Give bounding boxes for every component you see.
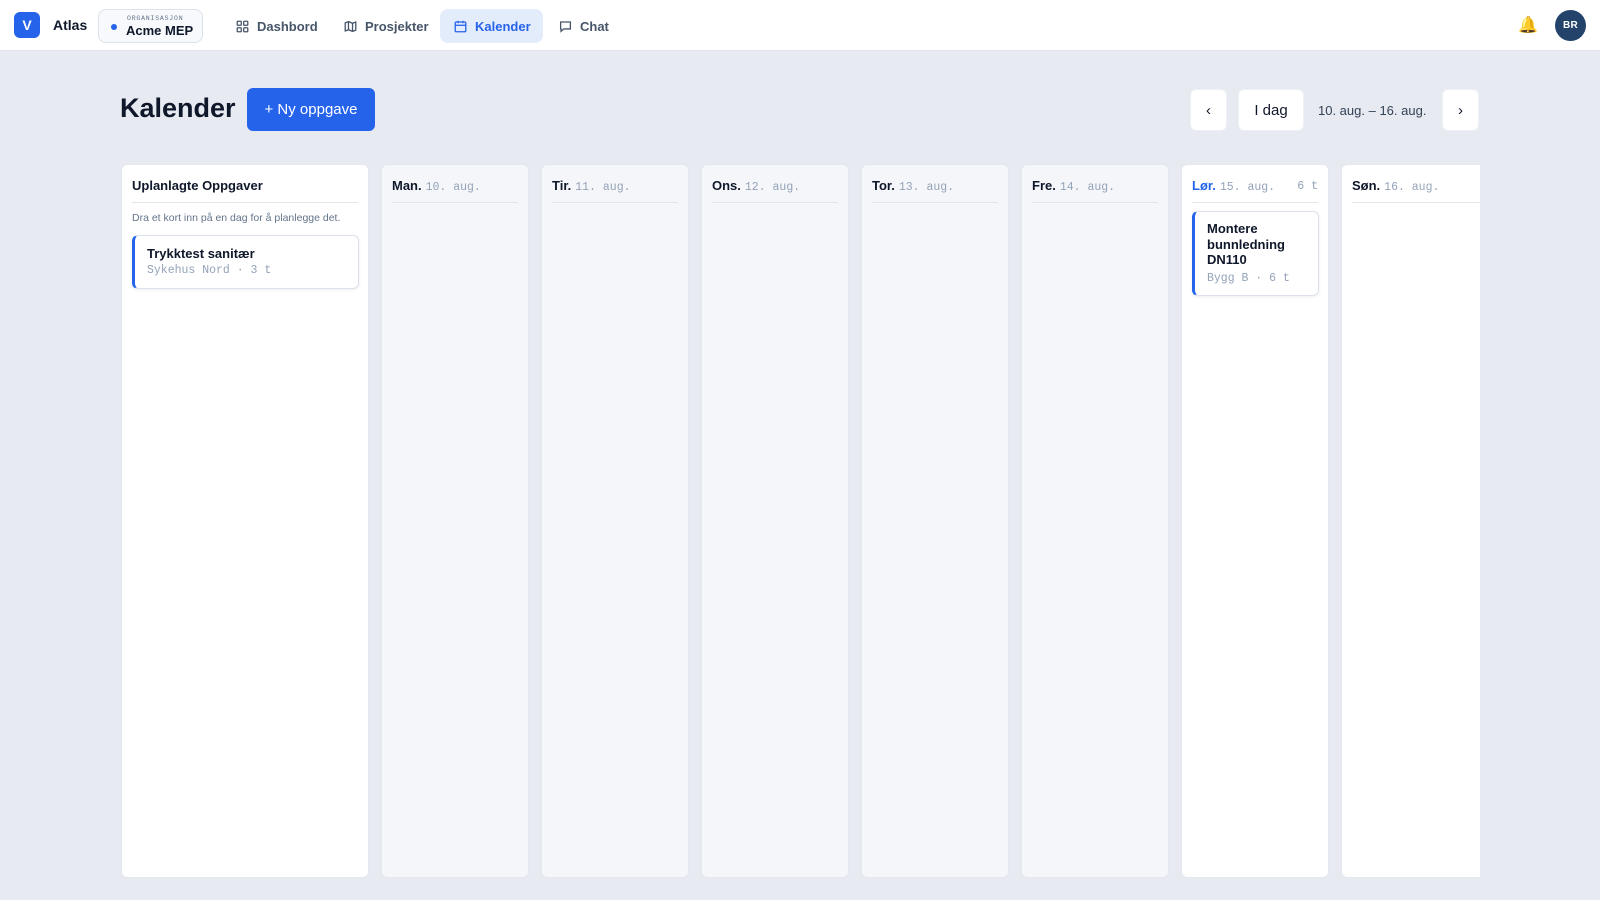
day-column-wednesday[interactable]: Ons. 12. aug. [701, 164, 849, 878]
day-name: Ons. [712, 178, 741, 193]
organization-switcher[interactable]: ORGANISASJON Acme MEP [98, 9, 203, 43]
app-logo[interactable]: V [14, 12, 40, 38]
unplanned-hint: Dra et kort inn på en dag for å planlegg… [132, 212, 341, 224]
day-name: Tor. [872, 178, 895, 193]
app-name: Atlas [53, 17, 88, 33]
calendar-icon [454, 20, 467, 32]
day-name: Man. [392, 178, 422, 193]
next-week-button[interactable]: › [1442, 89, 1479, 131]
task-card-title: Trykktest sanitær [147, 246, 255, 261]
day-name: Lør. [1192, 178, 1216, 193]
column-header: Uplanlagte Oppgaver [132, 165, 358, 203]
day-date: 15. aug. [1219, 181, 1276, 194]
day-date: 14. aug. [1059, 181, 1116, 194]
unplanned-tasks-column: Uplanlagte Oppgaver Dra et kort inn på e… [121, 164, 369, 878]
day-column-sunday[interactable]: Søn. 16. aug. [1341, 164, 1480, 878]
task-card[interactable]: Trykktest sanitær Sykehus Nord · 3 t [132, 235, 359, 289]
day-date: 16. aug. [1384, 181, 1440, 194]
day-column-thursday[interactable]: Tor. 13. aug. [861, 164, 1009, 878]
day-hours-total: 6 t [1297, 180, 1318, 193]
day-date: 10. aug. [425, 181, 481, 194]
column-header: Tor. 13. aug. [872, 165, 998, 203]
day-date: 12. aug. [744, 181, 801, 194]
page-title: Kalender [120, 93, 236, 123]
column-header: Fre. 14. aug. [1032, 165, 1158, 203]
column-header: Ons. 12. aug. [712, 165, 838, 203]
org-caption: ORGANISASJON [127, 15, 184, 22]
previous-week-button[interactable]: ‹ [1190, 89, 1227, 131]
dashboard-icon [236, 20, 249, 32]
task-card-title: Montere bunnledning DN110 [1207, 221, 1285, 267]
nav-projects[interactable]: Prosjekter [330, 9, 441, 43]
day-column-friday[interactable]: Fre. 14. aug. [1021, 164, 1169, 878]
day-date: 11. aug. [575, 181, 631, 194]
nav-chat-label: Chat [580, 18, 609, 34]
day-name: Tir. [552, 178, 572, 193]
org-status-dot [111, 24, 117, 30]
column-header: Tir. 11. aug. [552, 165, 678, 203]
day-column-monday[interactable]: Man. 10. aug. [381, 164, 529, 878]
day-name: Fre. [1032, 178, 1056, 193]
new-task-button[interactable]: + Ny oppgave [247, 88, 375, 131]
day-date: 13. aug. [898, 181, 955, 194]
date-range-label: 10. aug. – 16. aug. [1318, 103, 1427, 118]
task-card[interactable]: Montere bunnledning DN110 Bygg B · 6 t [1192, 211, 1319, 296]
map-icon [344, 20, 357, 32]
task-card-meta: Bygg B · 6 t [1207, 272, 1290, 285]
notification-bell-icon[interactable]: 🔔 [1518, 15, 1538, 35]
chat-icon [559, 20, 572, 33]
day-name: Søn. [1352, 178, 1381, 193]
day-column-tuesday[interactable]: Tir. 11. aug. [541, 164, 689, 878]
unplanned-title: Uplanlagte Oppgaver [132, 178, 263, 193]
nav-calendar-label: Kalender [475, 18, 531, 34]
org-name: Acme MEP [126, 23, 194, 38]
day-column-saturday[interactable]: Lør. 15. aug. 6 t Montere bunnledning DN1… [1181, 164, 1329, 878]
nav-projects-label: Prosjekter [365, 18, 429, 34]
today-button[interactable]: I dag [1238, 89, 1304, 131]
nav-calendar[interactable]: Kalender [440, 9, 543, 43]
column-header: Man. 10. aug. [392, 165, 518, 203]
column-header: Søn. 16. aug. [1352, 165, 1480, 203]
nav-dashboard-label: Dashbord [257, 18, 318, 34]
top-bar: V Atlas ORGANISASJON Acme MEP Dashbord P… [0, 0, 1600, 51]
nav-dashboard[interactable]: Dashbord [222, 9, 330, 43]
task-card-meta: Sykehus Nord · 3 t [147, 264, 272, 277]
column-header: Lør. 15. aug. 6 t [1192, 165, 1318, 203]
nav-chat[interactable]: Chat [545, 9, 621, 43]
user-avatar[interactable]: BR [1555, 10, 1586, 41]
